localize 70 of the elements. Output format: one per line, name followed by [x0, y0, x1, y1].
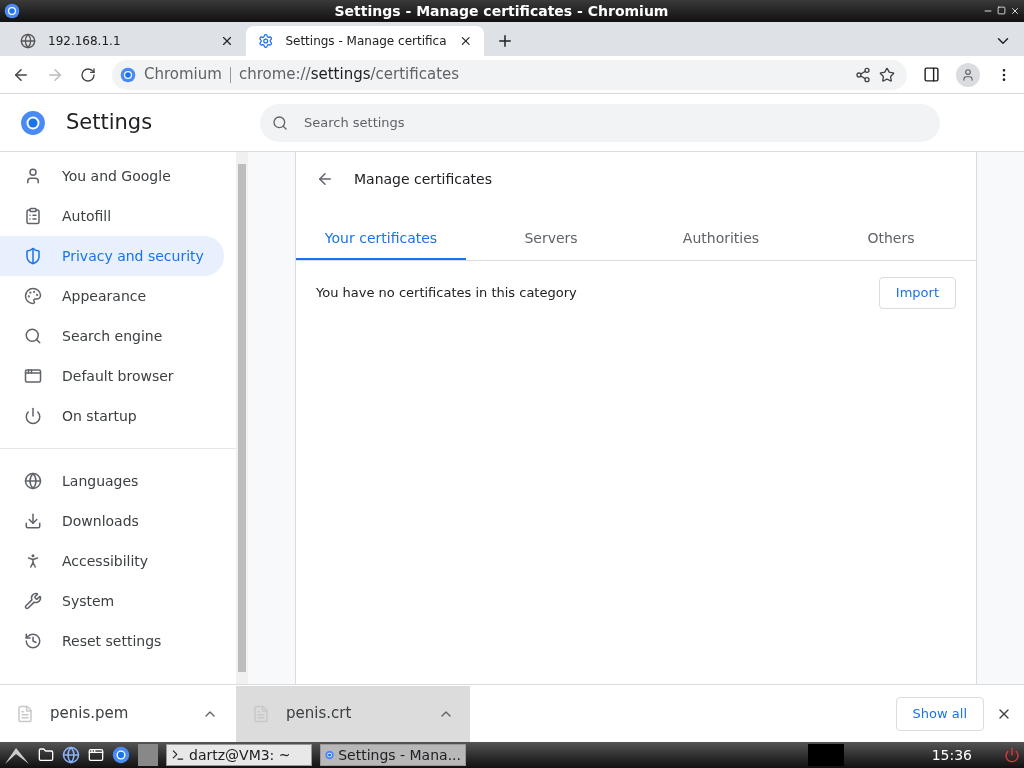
shield-icon	[24, 247, 42, 265]
url-text: chrome://settings/certificates	[238, 64, 460, 86]
clipboard-icon	[24, 207, 42, 225]
site-icon	[120, 66, 136, 83]
scrollbar[interactable]	[236, 152, 248, 684]
gear-icon	[258, 33, 274, 49]
power-icon	[24, 407, 42, 425]
clock: 15:36	[931, 745, 972, 765]
maximize-icon[interactable]	[997, 6, 1006, 15]
bookmark-star-icon[interactable]	[879, 66, 895, 83]
empty-message: You have no certificates in this category	[316, 284, 578, 303]
history-icon	[24, 632, 42, 650]
chromium-icon	[325, 748, 335, 762]
search-icon	[272, 114, 288, 131]
sidebar-item[interactable]: System	[0, 581, 224, 621]
file-icon	[16, 704, 34, 723]
site-name: Chromium	[144, 64, 222, 86]
page-title: Manage certificates	[354, 169, 492, 189]
address-bar[interactable]: Chromium chrome://settings/certificates	[112, 59, 907, 90]
sidebar-item[interactable]: Appearance	[0, 276, 224, 316]
person-icon	[24, 167, 42, 185]
back-icon[interactable]	[316, 170, 334, 188]
category-tab[interactable]: Others	[806, 218, 976, 260]
chromium-launcher-icon	[112, 746, 130, 764]
palette-icon	[24, 287, 42, 305]
search-field[interactable]: Search settings	[260, 103, 940, 142]
tab-title: Settings - Manage certifica	[285, 33, 447, 50]
import-button[interactable]: Import	[878, 277, 956, 309]
sidebar-item[interactable]: Default browser	[0, 356, 224, 396]
power-icon[interactable]	[1004, 747, 1020, 763]
category-tab[interactable]: Your certificates	[296, 218, 466, 260]
sidebar-item[interactable]: Privacy and security	[0, 236, 224, 276]
sidebar-item[interactable]: Autofill	[0, 196, 224, 236]
sidebar-item[interactable]: Accessibility	[0, 541, 224, 581]
search-icon	[24, 327, 42, 345]
globe-icon	[24, 472, 42, 490]
wrench-icon	[24, 592, 42, 610]
cpu-graph-icon	[807, 744, 844, 766]
browser-window-icon	[24, 367, 42, 385]
sidebar-item[interactable]: Languages	[0, 461, 224, 501]
tab-title: 192.168.1.1	[48, 33, 122, 50]
share-icon[interactable]	[855, 66, 871, 83]
task-button[interactable]: dartz@VM3: ~	[166, 744, 312, 766]
settings-title: Settings	[65, 108, 154, 136]
chromium-logo-icon	[20, 109, 46, 136]
show-all-button[interactable]: Show all	[895, 696, 984, 731]
profile-avatar[interactable]	[956, 62, 980, 87]
folder-icon[interactable]	[38, 747, 54, 763]
browser-tab[interactable]: Settings - Manage certifica	[246, 26, 484, 56]
reload-icon[interactable]	[80, 66, 96, 83]
download-item[interactable]: penis.crt	[236, 685, 470, 742]
new-tab-icon[interactable]	[496, 32, 514, 50]
sidebar-item[interactable]: Downloads	[0, 501, 224, 541]
app-icon	[4, 3, 20, 19]
windows-icon[interactable]	[88, 747, 104, 763]
close-icon[interactable]	[1010, 6, 1020, 16]
sidebar-item[interactable]: Reset settings	[0, 621, 224, 661]
terminal-icon	[171, 748, 185, 762]
download-icon	[24, 512, 42, 530]
category-tab[interactable]: Servers	[466, 218, 636, 260]
sidebar-item[interactable]: Search engine	[0, 316, 224, 356]
globe-icon	[20, 33, 36, 49]
window-title: Settings - Manage certificates - Chromium	[333, 1, 670, 21]
close-tab-icon[interactable]	[220, 34, 234, 48]
category-tab[interactable]: Authorities	[636, 218, 806, 260]
side-panel-icon[interactable]	[923, 66, 940, 83]
sidebar-item[interactable]: You and Google	[0, 156, 224, 196]
globe-icon[interactable]	[62, 746, 80, 764]
task-button[interactable]: Settings - Mana...	[320, 744, 466, 766]
sidebar-item[interactable]: On startup	[0, 396, 224, 436]
